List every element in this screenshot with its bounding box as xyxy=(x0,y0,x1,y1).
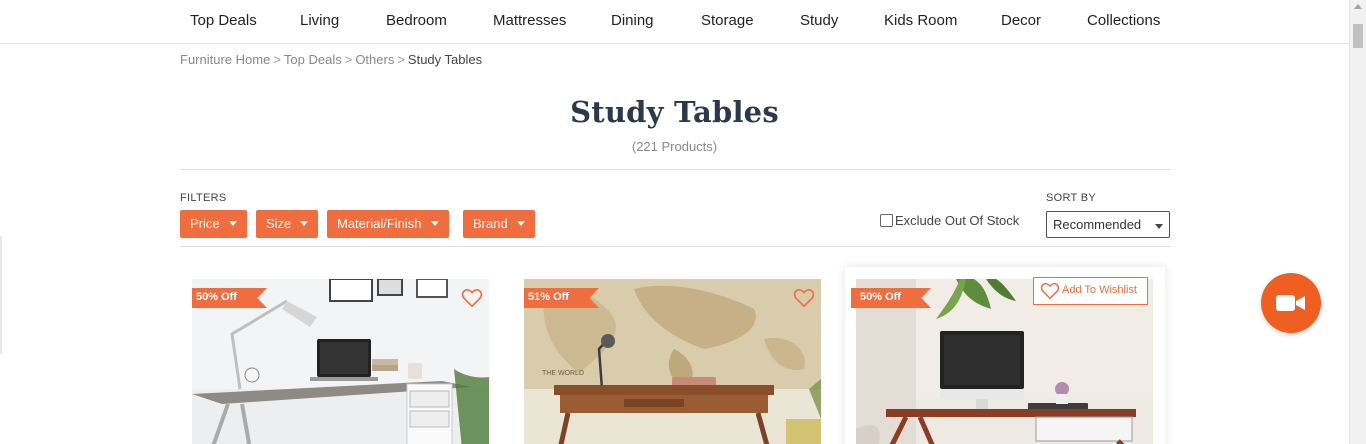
caret-down-icon xyxy=(1155,224,1163,229)
exclude-out-of-stock[interactable]: Exclude Out Of Stock xyxy=(880,213,1019,228)
nav-item-collections[interactable]: Collections xyxy=(1087,12,1160,29)
filter-material-label: Material/Finish xyxy=(337,216,422,231)
discount-badge: 51% Off xyxy=(524,288,599,308)
top-nav: Top Deals Living Bedroom Mattresses Dini… xyxy=(0,0,1349,44)
nav-item-mattresses[interactable]: Mattresses xyxy=(493,12,566,29)
nav-item-bedroom[interactable]: Bedroom xyxy=(386,12,447,29)
caret-down-icon xyxy=(300,221,309,226)
svg-text:THE WORLD: THE WORLD xyxy=(542,370,584,377)
nav-item-dining[interactable]: Dining xyxy=(611,12,654,29)
video-camera-icon xyxy=(1276,295,1305,311)
caret-down-icon xyxy=(516,221,525,226)
breadcrumb-furniture-home[interactable]: Furniture Home xyxy=(180,52,270,67)
page-edge xyxy=(0,236,2,354)
nav-item-top-deals[interactable]: Top Deals xyxy=(190,12,257,29)
add-to-wishlist-button[interactable]: Add To Wishlist xyxy=(1033,277,1148,305)
video-call-button[interactable] xyxy=(1261,273,1321,333)
breadcrumb-top-deals[interactable]: Top Deals xyxy=(284,52,342,67)
discount-label: 51% Off xyxy=(528,291,569,303)
breadcrumb-separator: > xyxy=(273,52,281,67)
product-card[interactable]: THE WORLD 51% Off xyxy=(524,279,821,444)
caret-down-icon xyxy=(228,221,237,226)
product-card[interactable]: 50% Off Add To Wishlist xyxy=(845,267,1165,444)
nav-item-decor[interactable]: Decor xyxy=(1001,12,1041,29)
nav-item-storage[interactable]: Storage xyxy=(701,12,754,29)
filter-size-label: Size xyxy=(266,216,292,231)
product-card[interactable]: 50% Off xyxy=(192,279,489,444)
sort-by-label: SORT BY xyxy=(1046,192,1096,204)
nav-item-kids-room[interactable]: Kids Room xyxy=(884,12,957,29)
discount-badge: 50% Off xyxy=(192,288,267,308)
exclude-out-of-stock-checkbox[interactable] xyxy=(880,214,893,227)
caret-down-icon xyxy=(430,221,439,226)
heart-outline-icon[interactable] xyxy=(461,288,483,308)
filter-price-button[interactable]: Price xyxy=(180,210,247,238)
filter-price-label: Price xyxy=(190,216,220,231)
sort-by-value: Recommended xyxy=(1053,217,1142,232)
divider xyxy=(180,169,1170,170)
exclude-out-of-stock-label: Exclude Out Of Stock xyxy=(895,213,1020,228)
add-to-wishlist-label: Add To Wishlist xyxy=(1062,284,1137,296)
breadcrumb-others[interactable]: Others xyxy=(355,52,394,67)
filters-label: FILTERS xyxy=(180,192,227,204)
heart-outline-icon[interactable] xyxy=(793,288,815,308)
product-count: (221 Products) xyxy=(631,139,718,154)
sort-by-select[interactable]: Recommended xyxy=(1046,211,1170,238)
breadcrumb: Furniture Home > Top Deals > Others > Study Ta… xyxy=(180,52,482,67)
breadcrumb-separator: > xyxy=(344,52,353,67)
filter-brand-label: Brand xyxy=(473,216,508,231)
filter-material-finish-button[interactable]: Material/Finish xyxy=(327,210,449,238)
scroll-up-arrow-icon[interactable] xyxy=(1354,4,1362,9)
discount-badge: 50% Off xyxy=(851,288,931,308)
page-title: Study Tables xyxy=(570,95,779,129)
discount-label: 50% Off xyxy=(196,291,237,303)
filter-brand-button[interactable]: Brand xyxy=(463,210,535,238)
vertical-scrollbar[interactable] xyxy=(1349,0,1366,444)
heart-outline-icon xyxy=(1040,282,1060,300)
filter-size-button[interactable]: Size xyxy=(256,210,319,238)
scroll-thumb[interactable] xyxy=(1353,24,1363,48)
discount-label: 50% Off xyxy=(860,291,901,303)
nav-item-living[interactable]: Living xyxy=(300,12,339,29)
breadcrumb-current: Study Tables xyxy=(407,52,483,67)
divider xyxy=(180,246,1170,247)
nav-item-study[interactable]: Study xyxy=(800,12,838,29)
breadcrumb-separator: > xyxy=(397,52,405,67)
